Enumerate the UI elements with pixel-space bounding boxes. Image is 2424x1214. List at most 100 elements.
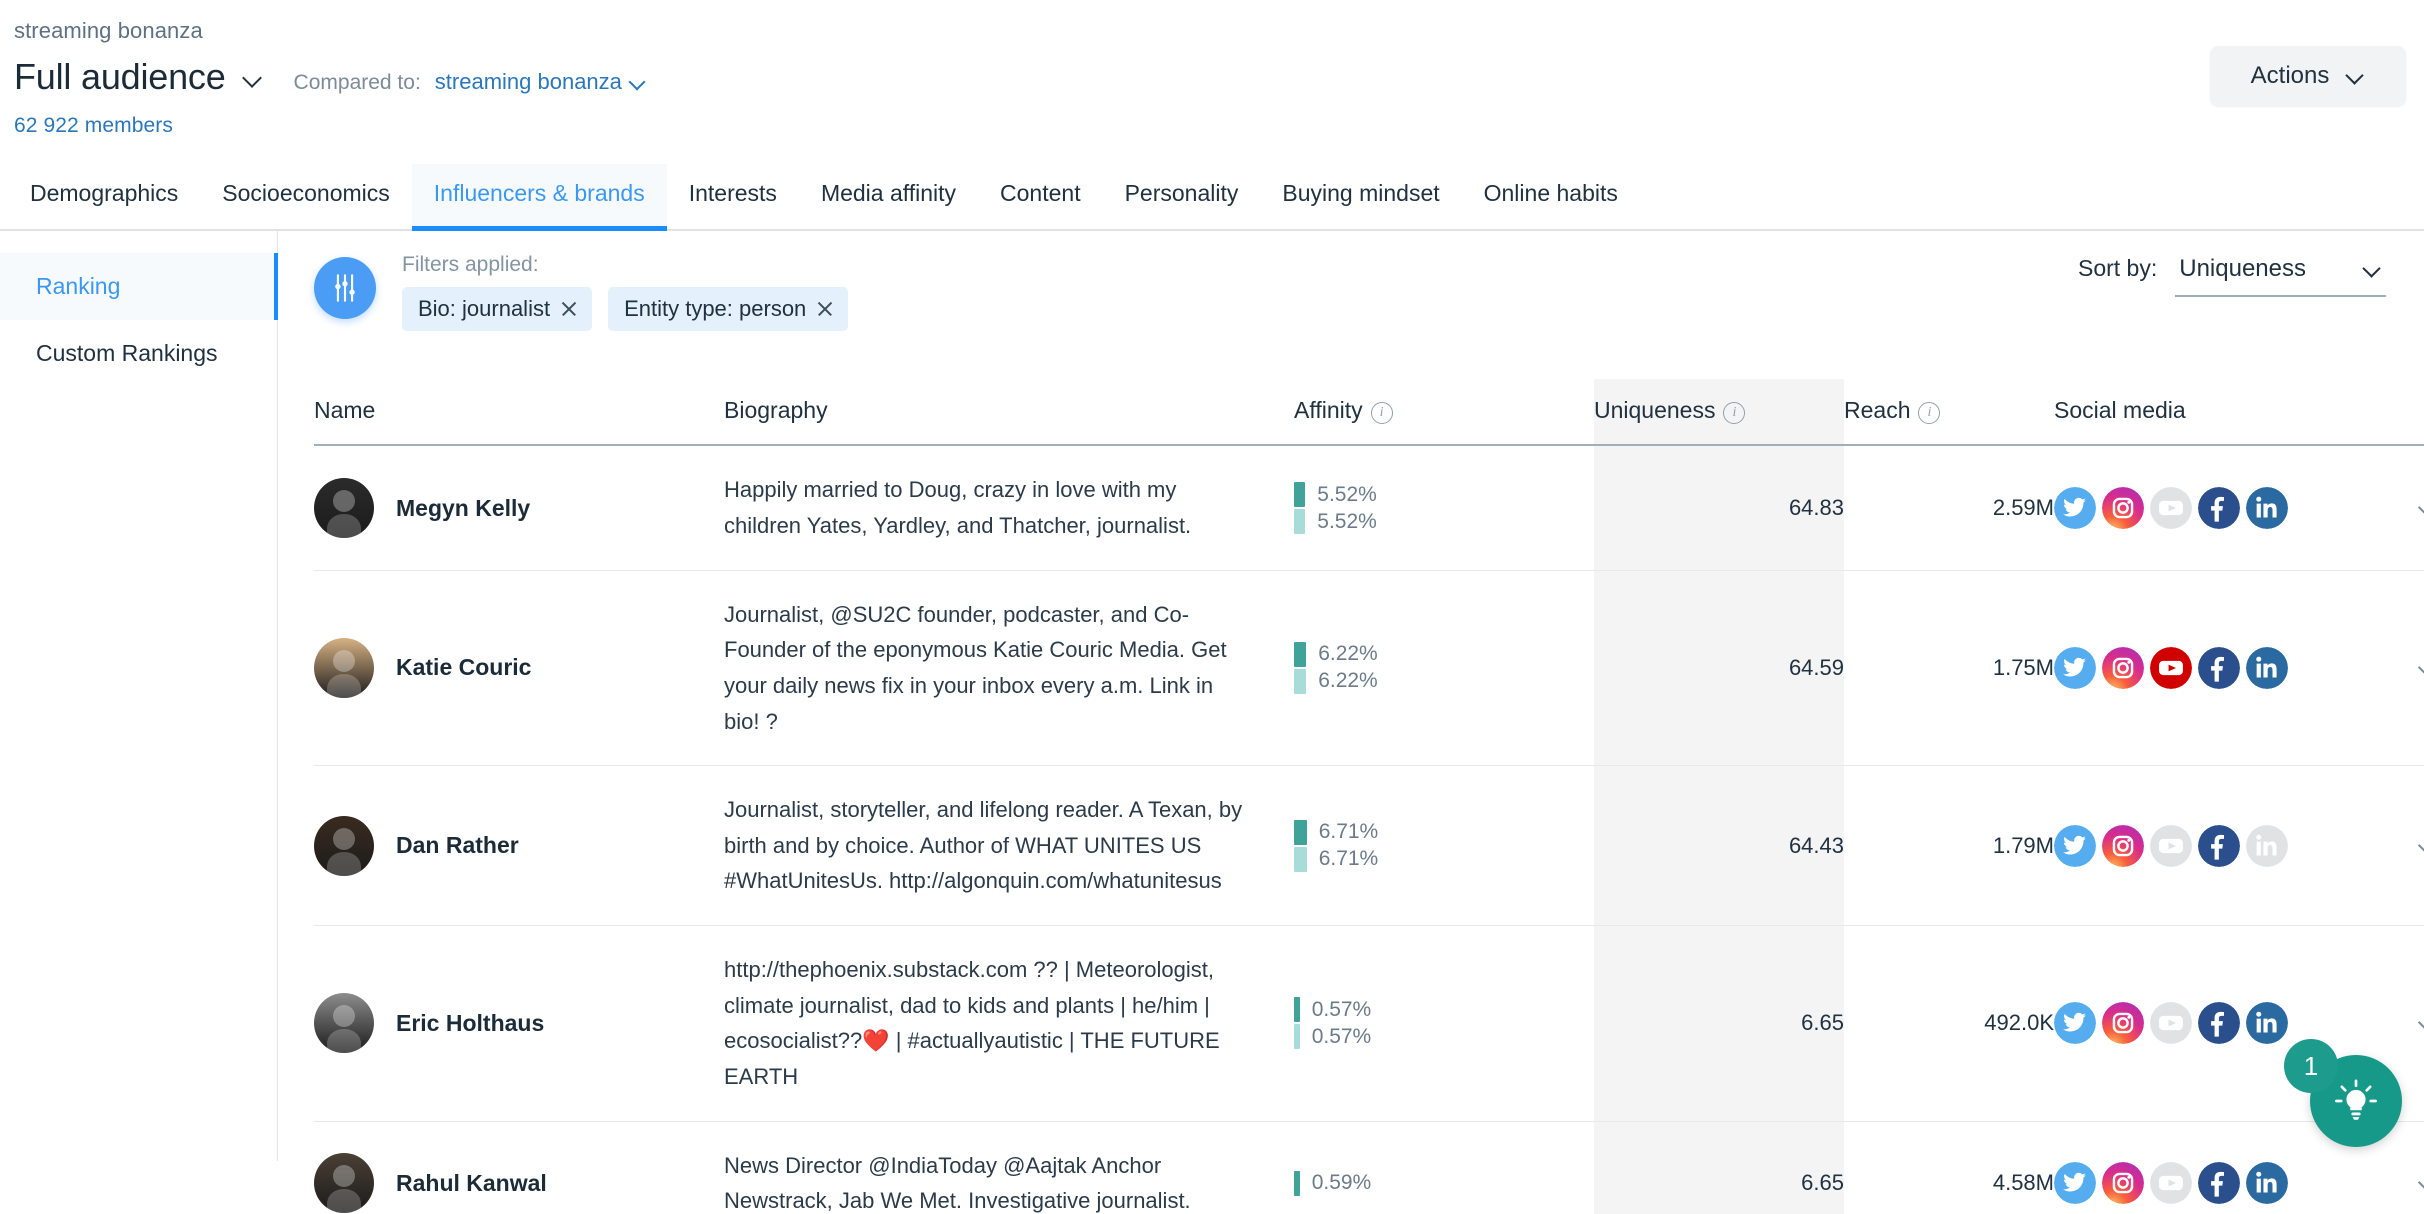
content-area: Filters applied: Bio: journalist Entity …: [278, 231, 2424, 1214]
affinity-value-primary: 6.71%: [1318, 820, 1379, 844]
instagram-icon[interactable]: [2102, 1002, 2144, 1045]
affinity-row-primary: 6.22%: [1294, 641, 1594, 667]
table-row[interactable]: Megyn Kelly Happily married to Doug, craz…: [314, 445, 2424, 571]
sidebar-item-custom-rankings[interactable]: Custom Rankings: [0, 320, 277, 387]
cell-biography: Journalist, storyteller, and lifelong re…: [724, 765, 1294, 927]
chevron-down-icon: [2417, 659, 2424, 679]
twitter-icon[interactable]: [2054, 646, 2096, 689]
affinity-bar-primary: [1294, 997, 1300, 1023]
avatar: [314, 637, 374, 698]
close-icon[interactable]: [560, 300, 578, 318]
cell-reach: 1.79M: [1844, 765, 2054, 927]
ranking-table-wrapper: Name Biography Affinity i Uniqueness i Rea…: [314, 379, 2424, 1214]
expand-row-button[interactable]: [2417, 1010, 2424, 1036]
twitter-icon[interactable]: [2054, 1002, 2096, 1045]
filters-block: Filters applied: Bio: journalist Entity …: [402, 253, 849, 332]
cell-affinity: 6.22% 6.22%: [1294, 570, 1594, 767]
table-row[interactable]: Rahul Kanwal News Director @IndiaToday @A…: [314, 1121, 2424, 1214]
page-body: Ranking Custom Rankings Filters applied:…: [0, 231, 2424, 1214]
filter-chip-entity-type-person[interactable]: Entity type: person: [608, 287, 849, 332]
biography-text: Happily married to Doug, crazy in love w…: [724, 477, 1192, 539]
instagram-icon[interactable]: [2102, 646, 2144, 689]
main-tabs: Demographics Socioeconomics Influencers …: [0, 164, 2424, 232]
table-header: Name Biography Affinity i Uniqueness i Rea…: [314, 379, 2424, 447]
person-entry[interactable]: Eric Holthaus: [314, 993, 724, 1054]
expand-row-button[interactable]: [2417, 655, 2424, 681]
facebook-icon[interactable]: [2198, 1002, 2240, 1045]
info-icon[interactable]: i: [1370, 402, 1393, 425]
sort-by-value: Uniqueness: [2179, 255, 2306, 283]
member-count[interactable]: 62 922 members: [14, 114, 2424, 138]
youtube-icon[interactable]: [2150, 487, 2192, 530]
avatar: [314, 993, 374, 1054]
person-entry[interactable]: Rahul Kanwal: [314, 1153, 724, 1214]
affinity-bar-secondary: [1294, 846, 1307, 872]
expand-row-button[interactable]: [2417, 1170, 2424, 1196]
close-icon[interactable]: [816, 300, 834, 318]
twitter-icon[interactable]: [2054, 1162, 2096, 1205]
linkedin-icon[interactable]: [2246, 1162, 2288, 1205]
youtube-icon[interactable]: [2150, 824, 2192, 867]
cell-expand: [2384, 445, 2424, 571]
tab-socioeconomics[interactable]: Socioeconomics: [200, 164, 411, 229]
linkedin-icon[interactable]: [2246, 824, 2288, 867]
linkedin-icon[interactable]: [2246, 487, 2288, 530]
person-entry[interactable]: Katie Couric: [314, 637, 724, 698]
cell-reach: 2.59M: [1844, 445, 2054, 571]
instagram-icon[interactable]: [2102, 487, 2144, 530]
help-assistant-button[interactable]: 1: [2284, 1039, 2402, 1148]
instagram-icon[interactable]: [2102, 1162, 2144, 1205]
youtube-icon[interactable]: [2150, 1002, 2192, 1045]
cell-uniqueness: 6.65: [1594, 925, 1844, 1122]
facebook-icon[interactable]: [2198, 824, 2240, 867]
linkedin-icon[interactable]: [2246, 1002, 2288, 1045]
tab-buying-mindset[interactable]: Buying mindset: [1260, 164, 1461, 229]
facebook-icon[interactable]: [2198, 1162, 2240, 1205]
youtube-icon[interactable]: [2150, 646, 2192, 689]
cell-reach: 1.75M: [1844, 570, 2054, 767]
instagram-icon[interactable]: [2102, 824, 2144, 867]
cell-expand: [2384, 765, 2424, 927]
cell-expand: [2384, 570, 2424, 767]
tab-online-habits[interactable]: Online habits: [1462, 164, 1640, 229]
compared-to-selector[interactable]: streaming bonanza: [435, 69, 646, 95]
person-entry[interactable]: Dan Rather: [314, 815, 724, 876]
filter-settings-button[interactable]: [314, 257, 376, 320]
sidebar-item-ranking[interactable]: Ranking: [0, 253, 278, 321]
tab-demographics[interactable]: Demographics: [8, 164, 200, 229]
table-row[interactable]: Dan Rather Journalist, storyteller, and l…: [314, 765, 2424, 927]
facebook-icon[interactable]: [2198, 646, 2240, 689]
expand-row-button[interactable]: [2417, 495, 2424, 521]
tab-interests[interactable]: Interests: [667, 164, 799, 229]
compared-to-label: Compared to:: [293, 71, 421, 95]
twitter-icon[interactable]: [2054, 824, 2096, 867]
affinity-bars: 0.57% 0.57%: [1294, 997, 1594, 1050]
affinity-bar-primary: [1294, 641, 1307, 667]
filter-chip-bio-journalist[interactable]: Bio: journalist: [402, 287, 593, 332]
column-header-uniqueness: Uniqueness i: [1594, 379, 1844, 447]
cell-social-media: [2054, 765, 2384, 927]
facebook-icon[interactable]: [2198, 487, 2240, 530]
twitter-icon[interactable]: [2054, 487, 2096, 530]
cell-affinity: 6.71% 6.71%: [1294, 765, 1594, 927]
ranking-table: Name Biography Affinity i Uniqueness i Rea…: [314, 379, 2424, 1214]
tab-media-affinity[interactable]: Media affinity: [799, 164, 978, 229]
youtube-icon[interactable]: [2150, 1162, 2192, 1205]
tab-influencers-and-brands[interactable]: Influencers & brands: [411, 164, 667, 232]
person-entry[interactable]: Megyn Kelly: [314, 478, 724, 539]
affinity-value-primary: 0.59%: [1311, 1171, 1372, 1195]
info-icon[interactable]: i: [1723, 402, 1746, 425]
info-icon[interactable]: i: [1918, 402, 1941, 425]
affinity-row-secondary: 6.22%: [1294, 668, 1594, 694]
cell-name: Eric Holthaus: [314, 925, 724, 1122]
linkedin-icon[interactable]: [2246, 646, 2288, 689]
expand-row-button[interactable]: [2417, 833, 2424, 859]
table-row[interactable]: Eric Holthaus http://thephoenix.substack.…: [314, 925, 2424, 1122]
table-row[interactable]: Katie Couric Journalist, @SU2C founder, p…: [314, 570, 2424, 767]
tab-content[interactable]: Content: [978, 164, 1103, 229]
sort-by-select[interactable]: Uniqueness: [2175, 255, 2386, 298]
audience-chevron-down-icon[interactable]: [242, 67, 264, 89]
actions-button[interactable]: Actions: [2210, 46, 2406, 106]
tab-personality[interactable]: Personality: [1103, 164, 1261, 229]
page-title: Full audience: [14, 56, 226, 98]
